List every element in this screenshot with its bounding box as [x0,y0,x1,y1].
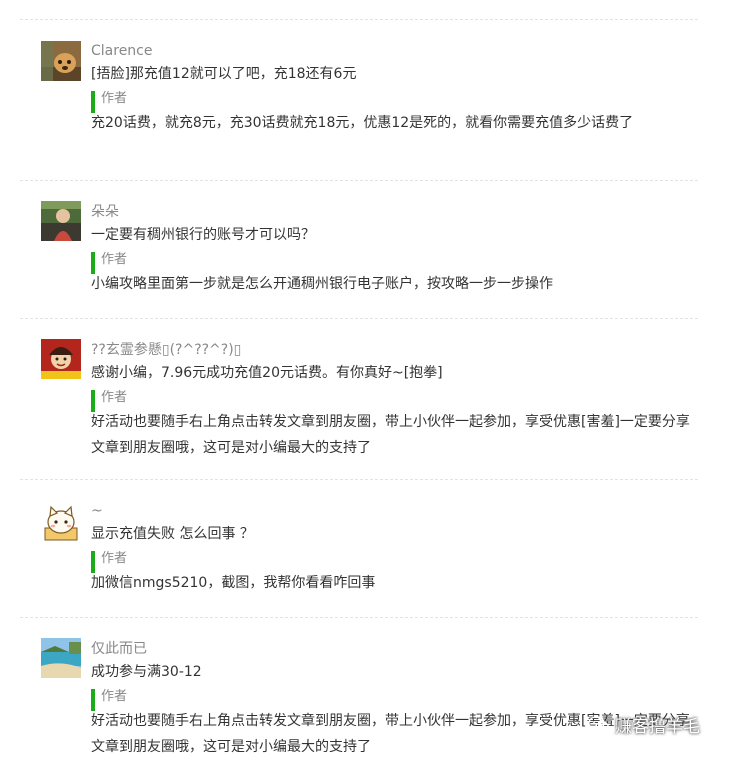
comment-text: 成功参与满30-12 [91,664,202,680]
comment-text: 显示充值失败 怎么回事 ？ [91,526,254,542]
comment-item: 仅此而已 成功参与满30-12 作者 好活动也要随手右上角点击转发文章到朋友圈，… [20,618,698,763]
author-label: 作者 [101,390,128,405]
comment-item: 朵朵 一定要有稠州银行的账号才可以吗？ 作者 小编攻略里面第一步就是怎么开通稠州… [20,181,698,318]
author-reply: 作者 充20话费，就充8元，充30话费就充18元，优惠12是死的，就看你需要充值… [91,88,692,136]
author-reply-bar [91,91,95,113]
wechat-icon [588,715,610,733]
comment-item: ??玄霊参懸▯(?^??^?)▯ 感谢小编，7.96元成功充值20元话费。有你真… [20,319,698,479]
author-label: 作者 [101,551,128,566]
comment-nickname: ~ [91,503,103,519]
comment-nickname: Clarence [91,43,153,59]
author-reply-text: 好活动也要随手右上角点击转发文章到朋友圈，带上小伙伴一起参加，享受优惠[害羞]一… [91,414,690,456]
person-photo-avatar[interactable] [41,201,81,241]
cartoon-character-avatar[interactable] [41,339,81,379]
author-reply-bar [91,252,95,274]
comment-nickname: 仅此而已 [91,641,147,657]
author-reply: 作者 好活动也要随手右上角点击转发文章到朋友圈，带上小伙伴一起参加，享受优惠[害… [91,387,692,461]
author-reply-bar [91,551,95,573]
beach-photo-avatar[interactable] [41,638,81,678]
author-reply-text: 加微信nmgs5210，截图，我帮你看看咋回事 [91,575,376,591]
author-reply: 作者 加微信nmgs5210，截图，我帮你看看咋回事 [91,548,692,596]
comment-item: Clarence [捂脸]那充值12就可以了吧，充18还有6元 作者 充20话费… [20,20,698,180]
watermark-text: 赚客撸羊毛 [615,717,700,737]
watermark: 赚客撸羊毛 [588,712,700,737]
comment-list: Clarence [捂脸]那充值12就可以了吧，充18还有6元 作者 充20话费… [20,0,698,763]
comment-text: 一定要有稠州银行的账号才可以吗？ [91,227,315,243]
author-reply: 作者 小编攻略里面第一步就是怎么开通稠州银行电子账户，按攻略一步一步操作 [91,249,692,297]
comment-item: ~ 显示充值失败 怎么回事 ？ 作者 加微信nmgs5210，截图，我帮你看看咋… [20,480,698,617]
author-label: 作者 [101,689,128,704]
author-label: 作者 [101,91,128,106]
comment-text: [捂脸]那充值12就可以了吧，充18还有6元 [91,66,357,82]
comment-text: 感谢小编，7.96元成功充值20元话费。有你真好~[抱拳] [91,365,443,381]
comment-nickname: 朵朵 [91,204,119,220]
dog-photo-avatar[interactable] [41,41,81,81]
cat-in-box-avatar[interactable] [41,502,81,542]
author-reply-text: 充20话费，就充8元，充30话费就充18元，优惠12是死的，就看你需要充值多少话… [91,115,634,131]
author-reply-text: 小编攻略里面第一步就是怎么开通稠州银行电子账户，按攻略一步一步操作 [91,276,553,292]
author-reply-bar [91,390,95,412]
comment-nickname: ??玄霊参懸▯(?^??^?)▯ [91,342,242,358]
author-reply-bar [91,689,95,711]
author-label: 作者 [101,252,128,267]
